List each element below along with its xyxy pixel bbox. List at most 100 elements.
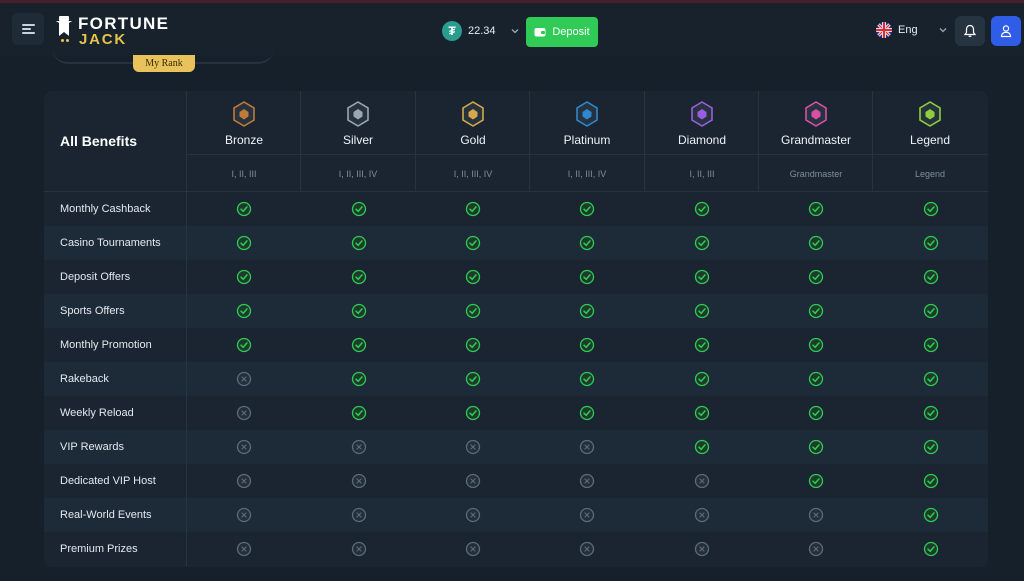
tier-header-platinum[interactable]: Platinum I, II, III, IV xyxy=(530,91,644,191)
benefit-label: Monthly Cashback xyxy=(60,203,151,215)
table-row: Casino Tournaments xyxy=(44,226,988,260)
check-circle-icon xyxy=(351,235,367,251)
hamburger-icon xyxy=(21,24,35,34)
cross-circle-icon xyxy=(465,473,481,489)
check-circle-icon xyxy=(694,439,710,455)
row-divider xyxy=(186,328,187,362)
table-row: Monthly Promotion xyxy=(44,328,988,362)
tier-header-bronze[interactable]: Bronze I, II, III xyxy=(187,91,301,191)
benefit-label: Dedicated VIP Host xyxy=(60,475,156,487)
check-circle-icon xyxy=(351,337,367,353)
deposit-button[interactable]: Deposit xyxy=(526,17,598,47)
check-circle-icon xyxy=(694,303,710,319)
check-circle-icon xyxy=(465,371,481,387)
check-circle-icon xyxy=(351,269,367,285)
check-circle-icon xyxy=(923,473,939,489)
table-row: Deposit Offers xyxy=(44,260,988,294)
fortunejack-logo[interactable]: FORTUNE JACK xyxy=(53,12,183,48)
check-circle-icon xyxy=(236,201,252,217)
tier-badge-icon xyxy=(462,101,484,127)
tier-badge-icon xyxy=(805,101,827,127)
bell-icon xyxy=(963,24,977,37)
tier-name: Bronze xyxy=(224,133,264,147)
check-circle-icon xyxy=(923,337,939,353)
check-circle-icon xyxy=(579,337,595,353)
tier-header-silver[interactable]: Silver I, II, III, IV xyxy=(301,91,415,191)
row-divider xyxy=(186,464,187,498)
tier-name: Platinum xyxy=(563,133,611,147)
row-divider xyxy=(186,260,187,294)
cross-circle-icon xyxy=(694,473,710,489)
check-circle-icon xyxy=(694,235,710,251)
cross-circle-icon xyxy=(351,507,367,523)
all-benefits-heading: All Benefits xyxy=(60,133,138,149)
check-circle-icon xyxy=(808,235,824,251)
tier-header-legend[interactable]: Legend Legend xyxy=(873,91,987,191)
tier-badge-icon xyxy=(576,101,598,127)
tier-header-diamond[interactable]: Diamond I, II, III xyxy=(645,91,759,191)
check-circle-icon xyxy=(465,269,481,285)
cross-circle-icon xyxy=(236,473,252,489)
menu-button[interactable] xyxy=(12,13,44,45)
check-circle-icon xyxy=(923,201,939,217)
row-divider xyxy=(186,532,187,566)
check-circle-icon xyxy=(351,405,367,421)
check-circle-icon xyxy=(579,371,595,387)
cross-circle-icon xyxy=(236,405,252,421)
check-circle-icon xyxy=(808,337,824,353)
check-circle-icon xyxy=(579,303,595,319)
tier-levels: I, II, III, IV xyxy=(338,169,378,179)
check-circle-icon xyxy=(808,201,824,217)
check-circle-icon xyxy=(808,303,824,319)
cross-circle-icon xyxy=(465,541,481,557)
cross-circle-icon xyxy=(808,507,824,523)
tier-levels: I, II, III, IV xyxy=(453,169,493,179)
check-circle-icon xyxy=(694,269,710,285)
tier-levels: I, II, III, IV xyxy=(567,169,607,179)
benefit-label: VIP Rewards xyxy=(60,441,124,453)
tier-name: Grandmaster xyxy=(780,133,852,147)
check-circle-icon xyxy=(808,371,824,387)
benefit-label: Weekly Reload xyxy=(60,407,134,419)
tier-header-gold[interactable]: Gold I, II, III, IV xyxy=(416,91,530,191)
tier-badge-icon xyxy=(919,101,941,127)
table-row: Real-World Events xyxy=(44,498,988,532)
logo-text-jack: JACK xyxy=(79,31,128,48)
balance-selector[interactable]: ₮ 22.34 xyxy=(442,20,520,42)
check-circle-icon xyxy=(923,269,939,285)
check-circle-icon xyxy=(465,405,481,421)
chevron-down-icon xyxy=(939,28,947,33)
benefit-label: Premium Prizes xyxy=(60,543,138,555)
wallet-icon xyxy=(534,28,546,37)
logo-dots-icon xyxy=(61,39,71,43)
check-circle-icon xyxy=(465,337,481,353)
tier-levels: I, II, III xyxy=(231,169,257,179)
check-circle-icon xyxy=(351,371,367,387)
language-selector[interactable]: Eng xyxy=(876,22,948,38)
tier-name: Silver xyxy=(342,133,373,147)
cross-circle-icon xyxy=(236,371,252,387)
notifications-button[interactable] xyxy=(955,16,985,46)
table-row: Sports Offers xyxy=(44,294,988,328)
check-circle-icon xyxy=(579,269,595,285)
cross-circle-icon xyxy=(808,541,824,557)
check-circle-icon xyxy=(923,371,939,387)
check-circle-icon xyxy=(579,201,595,217)
tier-header-grandmaster[interactable]: Grandmaster Grandmaster xyxy=(759,91,873,191)
check-circle-icon xyxy=(694,405,710,421)
check-circle-icon xyxy=(923,405,939,421)
check-circle-icon xyxy=(236,235,252,251)
tier-name: Gold xyxy=(460,133,486,147)
cross-circle-icon xyxy=(694,507,710,523)
benefit-label: Rakeback xyxy=(60,373,109,385)
tier-badge-icon xyxy=(233,101,255,127)
row-divider xyxy=(186,226,187,260)
language-label: Eng xyxy=(898,24,918,36)
cross-circle-icon xyxy=(351,473,367,489)
top-hat-icon xyxy=(56,16,72,36)
check-circle-icon xyxy=(236,269,252,285)
user-profile-button[interactable] xyxy=(991,16,1021,46)
cross-circle-icon xyxy=(236,507,252,523)
cross-circle-icon xyxy=(351,439,367,455)
tier-levels: Grandmaster xyxy=(789,169,843,179)
